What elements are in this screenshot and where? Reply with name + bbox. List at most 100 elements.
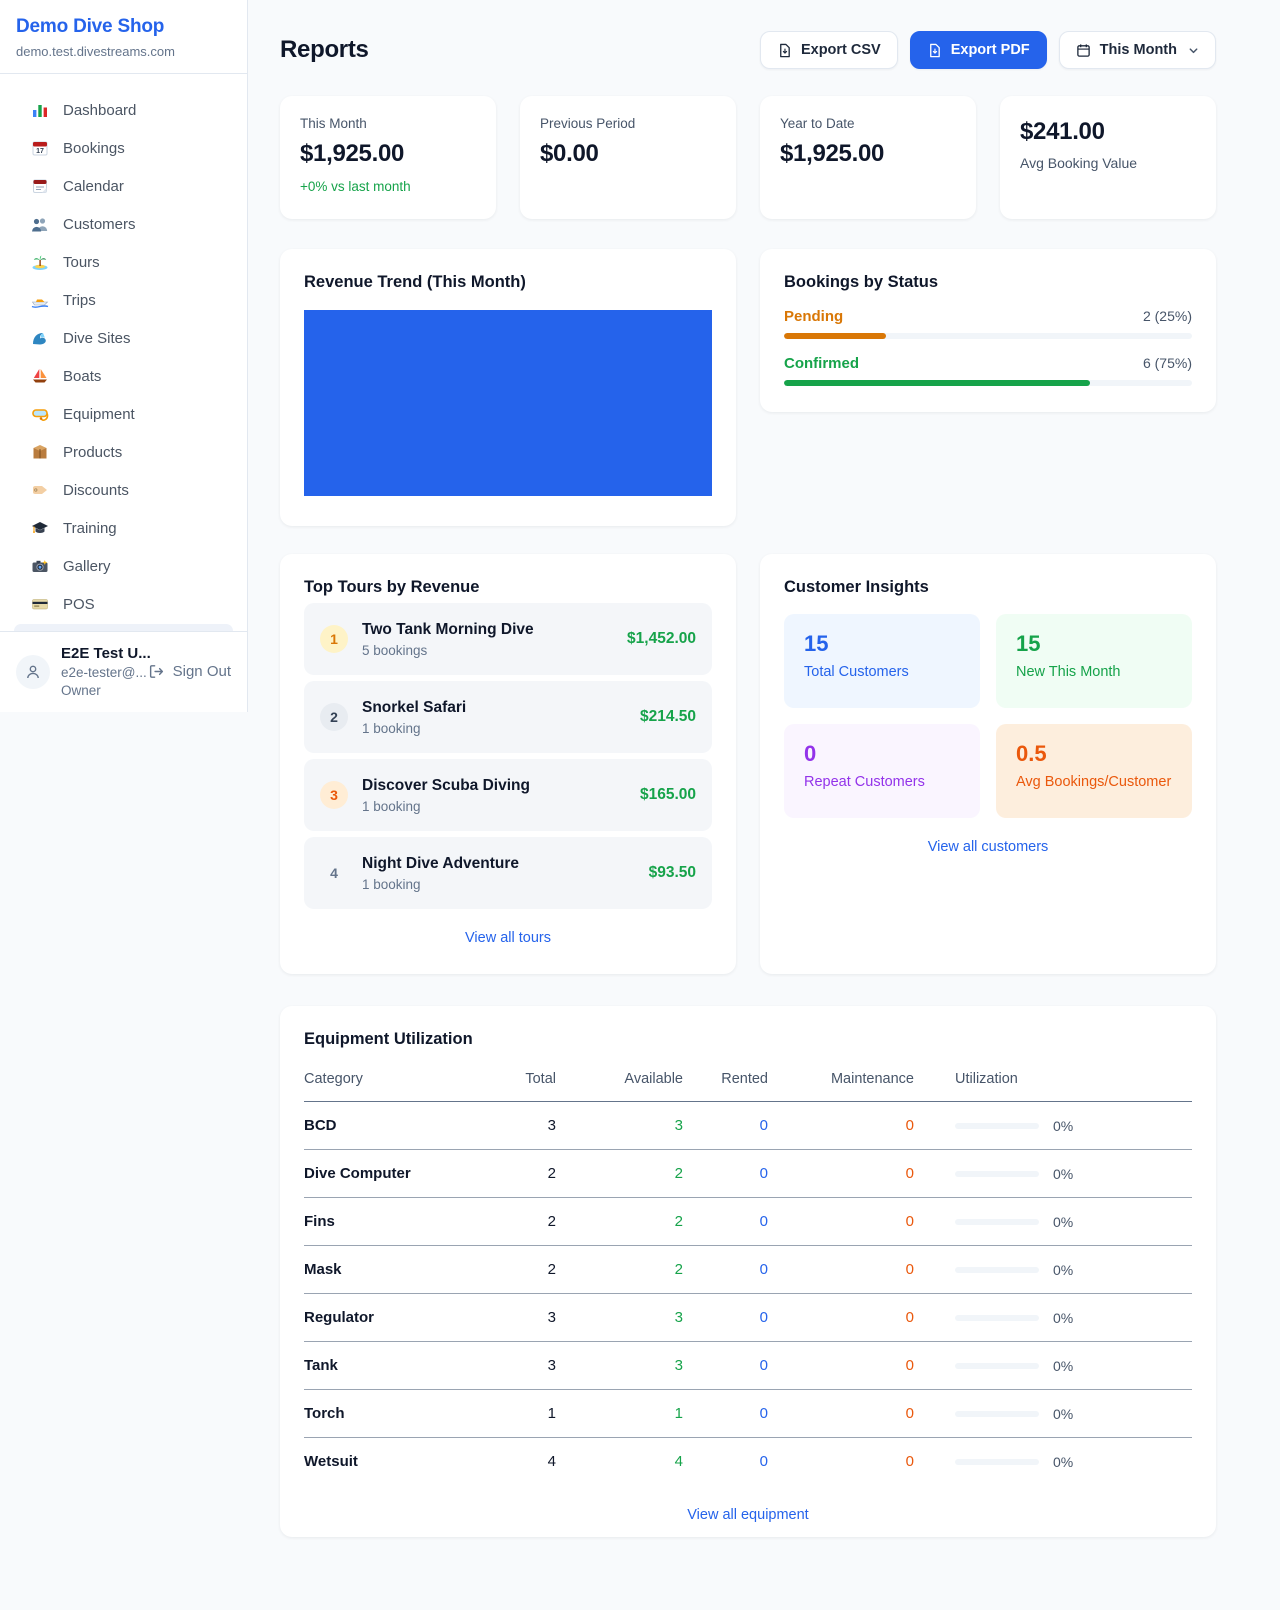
cell-total: 2 (469, 1198, 556, 1246)
table-row: BCD33000% (304, 1102, 1192, 1150)
customer-insights-title: Customer Insights (784, 578, 1192, 597)
stat-label: Previous Period (540, 116, 716, 131)
view-all-tours-link[interactable]: View all tours (304, 930, 712, 946)
cell-category: Torch (304, 1390, 469, 1438)
stat-card-year-to-date: Year to Date $1,925.00 (760, 96, 976, 219)
sign-out-button[interactable]: Sign Out (148, 663, 231, 680)
sidebar-item-label: Customers (63, 216, 136, 233)
equipment-utilization-title: Equipment Utilization (304, 1030, 1192, 1049)
utilization-text: 0% (1053, 1166, 1073, 1182)
cell-available: 2 (675, 1165, 683, 1182)
view-all-customers-link[interactable]: View all customers (784, 839, 1192, 855)
tile-label: New This Month (1016, 664, 1172, 680)
cell-available: 3 (675, 1309, 683, 1326)
calendar-date-icon: 17 (30, 139, 50, 157)
cell-total: 3 (469, 1342, 556, 1390)
sidebar-item-label: Dive Sites (63, 330, 131, 347)
export-pdf-button[interactable]: Export PDF (910, 31, 1047, 69)
page-header: Reports Export CSV Export PDF This Month (280, 31, 1216, 69)
stat-value: $1,925.00 (780, 140, 956, 168)
table-row: Tank33000% (304, 1342, 1192, 1390)
sidebar-item-bookings[interactable]: 17 Bookings (10, 129, 237, 167)
cell-rented: 0 (760, 1213, 768, 1230)
sidebar-item-pos[interactable]: POS (10, 585, 237, 623)
cell-maintenance: 0 (906, 1453, 914, 1470)
top-tours-title: Top Tours by Revenue (304, 578, 712, 597)
cell-rented: 0 (760, 1261, 768, 1278)
status-row-confirmed: Confirmed 6 (75%) (784, 355, 1192, 386)
sidebar-item-dashboard[interactable]: Dashboard (10, 91, 237, 129)
revenue-trend-title: Revenue Trend (This Month) (304, 273, 712, 292)
table-row: Fins22000% (304, 1198, 1192, 1246)
cell-available: 1 (675, 1405, 683, 1422)
table-row: Wetsuit44000% (304, 1438, 1192, 1486)
utilization-text: 0% (1053, 1358, 1073, 1374)
user-name: E2E Test U... (61, 645, 137, 662)
sidebar-item-trips[interactable]: Trips (10, 281, 237, 319)
sidebar-item-label: Gallery (63, 558, 111, 575)
tour-bookings: 1 booking (362, 721, 626, 736)
sidebar-item-products[interactable]: Products (10, 433, 237, 471)
equipment-table: Category Total Available Rented Maintena… (304, 1056, 1192, 1486)
sidebar-item-gallery[interactable]: Gallery (10, 547, 237, 585)
equipment-utilization-card: Equipment Utilization Category Total Ava… (280, 1006, 1216, 1537)
sidebar-item-boats[interactable]: Boats (10, 357, 237, 395)
sidebar-item-label: Products (63, 444, 122, 461)
island-icon (30, 253, 50, 271)
cell-category: Fins (304, 1198, 469, 1246)
tour-bookings: 1 booking (362, 877, 635, 892)
stat-cards: This Month $1,925.00 +0% vs last month P… (280, 96, 1216, 219)
sidebar-item-label: Training (63, 520, 117, 537)
sidebar-item-calendar[interactable]: Calendar (10, 167, 237, 205)
cell-total: 2 (469, 1246, 556, 1294)
tear-off-calendar-icon (30, 177, 50, 195)
sidebar-item-training[interactable]: Training (10, 509, 237, 547)
camera-icon (30, 557, 50, 575)
tour-row: 3 Discover Scuba Diving 1 booking $165.0… (304, 759, 712, 831)
insight-tiles: 15 Total Customers 15 New This Month 0 R… (784, 614, 1192, 818)
tour-name: Two Tank Morning Dive (362, 621, 613, 639)
stat-label: Year to Date (780, 116, 956, 131)
utilization-text: 0% (1053, 1118, 1073, 1134)
sidebar-item-label: POS (63, 596, 95, 613)
tour-revenue: $93.50 (649, 864, 696, 882)
utilization-track (955, 1123, 1039, 1129)
rank-badge: 1 (320, 625, 348, 653)
tour-revenue: $1,452.00 (627, 630, 696, 648)
utilization-track (955, 1315, 1039, 1321)
package-icon (30, 443, 50, 461)
export-csv-button[interactable]: Export CSV (760, 31, 898, 69)
credit-card-icon (30, 595, 50, 613)
customer-insights-card: Customer Insights 15 Total Customers 15 … (760, 554, 1216, 974)
shop-domain: demo.test.divestreams.com (16, 44, 231, 59)
cell-available: 3 (675, 1357, 683, 1374)
sidebar-item-customers[interactable]: Customers (10, 205, 237, 243)
tour-row: 2 Snorkel Safari 1 booking $214.50 (304, 681, 712, 753)
svg-text:17: 17 (36, 148, 44, 155)
cell-maintenance: 0 (906, 1309, 914, 1326)
cell-total: 1 (469, 1390, 556, 1438)
col-category: Category (304, 1056, 469, 1102)
sidebar-item-reports-partial[interactable] (14, 624, 233, 631)
user-role: Owner (61, 683, 137, 698)
stat-card-this-month: This Month $1,925.00 +0% vs last month (280, 96, 496, 219)
utilization-text: 0% (1053, 1406, 1073, 1422)
rank-badge: 3 (320, 781, 348, 809)
view-all-equipment-link[interactable]: View all equipment (304, 1507, 1192, 1523)
sidebar-item-discounts[interactable]: Discounts (10, 471, 237, 509)
rank-badge: 4 (320, 859, 348, 887)
insights-row: Top Tours by Revenue 1 Two Tank Morning … (280, 554, 1216, 974)
sidebar-item-equipment[interactable]: Equipment (10, 395, 237, 433)
utilization-text: 0% (1053, 1454, 1073, 1470)
graduation-cap-icon (30, 519, 50, 537)
sidebar-item-dive-sites[interactable]: Dive Sites (10, 319, 237, 357)
tile-new-this-month: 15 New This Month (996, 614, 1192, 708)
cell-category: BCD (304, 1102, 469, 1150)
tour-bookings: 5 bookings (362, 643, 613, 658)
cell-maintenance: 0 (906, 1405, 914, 1422)
stat-label: This Month (300, 116, 476, 131)
cell-rented: 0 (760, 1405, 768, 1422)
period-dropdown[interactable]: This Month (1059, 31, 1216, 69)
sidebar-item-tours[interactable]: Tours (10, 243, 237, 281)
cell-available: 3 (675, 1117, 683, 1134)
